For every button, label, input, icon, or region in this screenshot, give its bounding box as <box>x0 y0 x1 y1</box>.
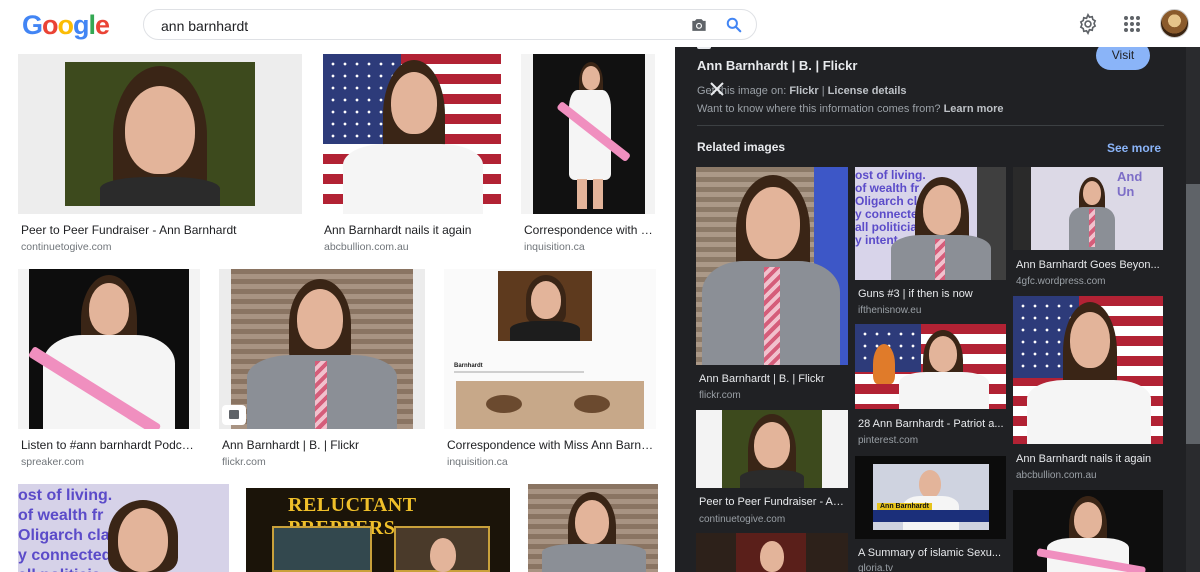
result-thumbnail[interactable]: ost of living. of wealth fr Oligarch cla… <box>18 484 229 572</box>
related-source[interactable]: gloria.tv <box>858 563 893 572</box>
related-thumbnail[interactable]: ost of living. of wealth fr Oligarch cla… <box>855 167 1006 280</box>
result-caption[interactable]: Ann Barnhardt | B. | Flickr <box>222 438 422 452</box>
slide-text: And Un <box>1117 169 1143 199</box>
related-image[interactable]: Ann Barnhardt | B. | Flickr flickr.com <box>696 167 848 402</box>
logo-letter: o <box>57 10 74 40</box>
result-thumbnail[interactable]: RELUCTANT PREPPERS <box>246 488 510 572</box>
learn-more-link[interactable]: Learn more <box>944 103 1004 115</box>
related-image[interactable] <box>1013 490 1163 572</box>
related-image[interactable] <box>696 533 848 572</box>
result-thumbnail[interactable] <box>219 269 425 429</box>
image-result[interactable]: ost of living. of wealth fr Oligarch cla… <box>18 484 229 572</box>
related-thumbnail[interactable] <box>696 410 848 488</box>
image-result[interactable]: Correspondence with Mi... inquisition.ca <box>521 54 655 254</box>
meme-text: ost of living. of wealth fr Oligarch cla… <box>18 487 119 572</box>
image-result[interactable]: Barnhardt Correspondence with Miss Ann B… <box>444 269 656 469</box>
result-thumbnail[interactable] <box>323 54 501 214</box>
image-result[interactable] <box>528 484 658 572</box>
related-caption[interactable]: A Summary of islamic Sexu... <box>858 547 1006 559</box>
search-icon[interactable] <box>724 15 744 35</box>
image-result[interactable]: Listen to #ann barnhardt Podcast... spre… <box>18 269 200 469</box>
related-caption[interactable]: Ann Barnhardt | B. | Flickr <box>699 373 847 385</box>
search-box[interactable]: ann barnhardt <box>143 9 757 40</box>
document-heading: Barnhardt <box>454 363 483 369</box>
source-favicon <box>697 47 711 49</box>
related-caption[interactable]: Guns #3 | if then is now <box>858 288 1006 300</box>
logo-letter: e <box>95 10 110 40</box>
related-caption[interactable]: 28 Ann Barnhardt - Patriot a... <box>858 418 1006 430</box>
related-thumbnail[interactable] <box>696 533 848 572</box>
result-thumbnail[interactable] <box>528 484 658 572</box>
related-image[interactable]: Ann Barnhardt nails it again abcbullion.… <box>1013 296 1163 482</box>
related-image[interactable]: And Un Ann Barnhardt Goes Beyon... 4gfc.… <box>1013 167 1163 290</box>
visit-button[interactable]: Visit <box>1096 47 1150 70</box>
header: Google ann barnhardt <box>0 0 1200 47</box>
see-more-link[interactable]: See more <box>1107 141 1161 155</box>
image-result[interactable]: Ann Barnhardt nails it again abcbullion.… <box>323 54 501 254</box>
related-source[interactable]: ifthenisnow.eu <box>858 305 921 316</box>
info-question-text: Want to know where this information come… <box>697 103 944 115</box>
related-image[interactable]: 28 Ann Barnhardt - Patriot a... pinteres… <box>855 324 1006 449</box>
gear-icon[interactable] <box>1077 13 1099 35</box>
result-thumbnail[interactable]: Barnhardt <box>444 269 656 429</box>
result-source[interactable]: abcbullion.com.au <box>324 241 409 253</box>
result-caption[interactable]: Correspondence with Miss Ann Barnhardt <box>447 438 656 452</box>
tv-caption: Ann Barnhardt <box>877 503 932 510</box>
related-caption[interactable]: Peer to Peer Fundraiser - An... <box>699 496 847 508</box>
divider <box>697 125 1164 126</box>
search-input[interactable]: ann barnhardt <box>161 18 248 34</box>
related-source[interactable]: continuetogive.com <box>699 514 785 525</box>
result-caption[interactable]: Listen to #ann barnhardt Podcast... <box>21 438 199 452</box>
result-thumbnail[interactable] <box>18 54 302 214</box>
related-thumbnail[interactable] <box>696 167 848 365</box>
result-source[interactable]: inquisition.ca <box>524 241 585 253</box>
scrollbar-thumb[interactable] <box>1186 184 1200 444</box>
related-thumbnail[interactable] <box>1013 490 1163 572</box>
result-source[interactable]: spreaker.com <box>21 456 84 468</box>
info-question: Want to know where this information come… <box>697 103 1004 115</box>
preview-title[interactable]: Ann Barnhardt | B. | Flickr <box>697 58 857 73</box>
related-caption[interactable]: Ann Barnhardt Goes Beyon... <box>1016 259 1162 271</box>
camera-icon[interactable] <box>689 15 709 35</box>
image-source-info: Get this image on: Flickr | License deta… <box>697 85 907 97</box>
apps-grid-icon[interactable] <box>1123 15 1141 33</box>
related-source[interactable]: flickr.com <box>699 390 741 401</box>
result-caption[interactable]: Ann Barnhardt nails it again <box>324 223 500 237</box>
image-type-icon <box>222 405 246 425</box>
image-result[interactable]: RELUCTANT PREPPERS <box>246 488 510 572</box>
image-preview-panel: Ann Barnhardt | B. | Flickr Visit Get th… <box>675 47 1200 572</box>
result-source[interactable]: continuetogive.com <box>21 241 111 253</box>
related-source[interactable]: 4gfc.wordpress.com <box>1016 276 1105 287</box>
result-caption[interactable]: Peer to Peer Fundraiser - Ann Barnhardt <box>21 223 301 237</box>
related-source[interactable]: abcbullion.com.au <box>1016 470 1097 481</box>
related-caption[interactable]: Ann Barnhardt nails it again <box>1016 453 1162 465</box>
result-source[interactable]: flickr.com <box>222 456 266 468</box>
result-source[interactable]: inquisition.ca <box>447 456 508 468</box>
logo-letter: G <box>22 10 43 40</box>
related-thumbnail[interactable] <box>1013 296 1163 444</box>
close-icon[interactable] <box>709 81 725 97</box>
image-results-grid: Peer to Peer Fundraiser - Ann Barnhardt … <box>0 47 675 572</box>
logo-letter: o <box>42 10 58 40</box>
info-site-link[interactable]: Flickr <box>789 85 818 97</box>
google-logo[interactable]: Google <box>22 10 110 41</box>
image-result[interactable]: Ann Barnhardt | B. | Flickr flickr.com <box>219 269 425 469</box>
related-image[interactable]: Ann Barnhardt A Summary of islamic Sexu.… <box>855 456 1006 572</box>
info-separator: | <box>818 85 828 97</box>
logo-letter: g <box>73 10 89 40</box>
account-avatar[interactable] <box>1160 9 1189 38</box>
related-thumbnail[interactable]: And Un <box>1013 167 1163 250</box>
result-thumbnail[interactable] <box>18 269 200 429</box>
related-image[interactable]: ost of living. of wealth fr Oligarch cla… <box>855 167 1006 319</box>
related-images-heading: Related images <box>697 140 786 154</box>
related-thumbnail[interactable]: Ann Barnhardt <box>855 456 1006 539</box>
result-thumbnail[interactable] <box>521 54 655 214</box>
result-caption[interactable]: Correspondence with Mi... <box>524 223 655 237</box>
page: Google ann barnhardt Peer to Peer Fundra… <box>0 0 1200 572</box>
related-image[interactable]: Peer to Peer Fundraiser - An... continue… <box>696 410 848 525</box>
image-result[interactable]: Peer to Peer Fundraiser - Ann Barnhardt … <box>18 54 302 254</box>
related-source[interactable]: pinterest.com <box>858 435 918 446</box>
license-details-link[interactable]: License details <box>828 85 907 97</box>
related-thumbnail[interactable] <box>855 324 1006 409</box>
